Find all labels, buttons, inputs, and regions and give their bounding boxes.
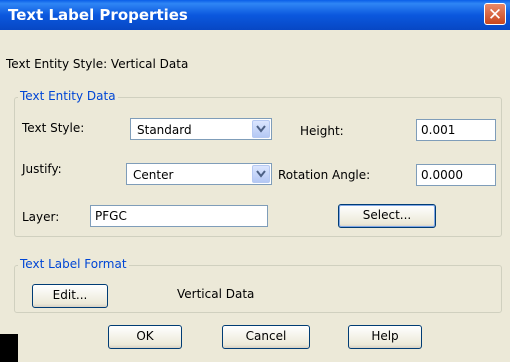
rotation-angle-input[interactable]: 0.0000 (416, 164, 496, 186)
layer-input[interactable]: PFGC (90, 205, 268, 227)
justify-value: Center (133, 168, 174, 182)
dialog-title: Text Label Properties (8, 6, 188, 24)
rotation-angle-label: Rotation Angle: (278, 168, 371, 182)
ok-button[interactable]: OK (108, 325, 182, 349)
entity-style-text: Text Entity Style: Vertical Data (6, 57, 189, 71)
edit-button[interactable]: Edit... (32, 284, 108, 308)
select-button[interactable]: Select... (338, 204, 436, 228)
close-button[interactable]: ✕ (484, 3, 506, 25)
chevron-down-icon[interactable] (252, 120, 270, 138)
text-entity-data-legend: Text Entity Data (18, 89, 118, 103)
close-icon: ✕ (487, 5, 503, 25)
text-label-format-legend: Text Label Format (18, 257, 129, 271)
justify-label: Justify: (22, 162, 62, 176)
background-edge (0, 334, 18, 362)
height-label: Height: (300, 124, 344, 138)
title-bar[interactable]: Text Label Properties ✕ (0, 0, 510, 30)
text-style-value: Standard (137, 123, 192, 137)
cancel-button[interactable]: Cancel (222, 325, 310, 349)
justify-dropdown[interactable]: Center (126, 163, 272, 185)
layer-label: Layer: (22, 210, 60, 224)
dialog-window: Text Label Properties ✕ Text Entity Styl… (0, 0, 510, 362)
text-style-label: Text Style: (22, 121, 85, 135)
text-style-dropdown[interactable]: Standard (130, 118, 272, 140)
help-button[interactable]: Help (348, 325, 422, 349)
height-input[interactable]: 0.001 (416, 119, 496, 141)
chevron-down-icon[interactable] (252, 165, 270, 183)
label-format-value: Vertical Data (177, 287, 255, 301)
